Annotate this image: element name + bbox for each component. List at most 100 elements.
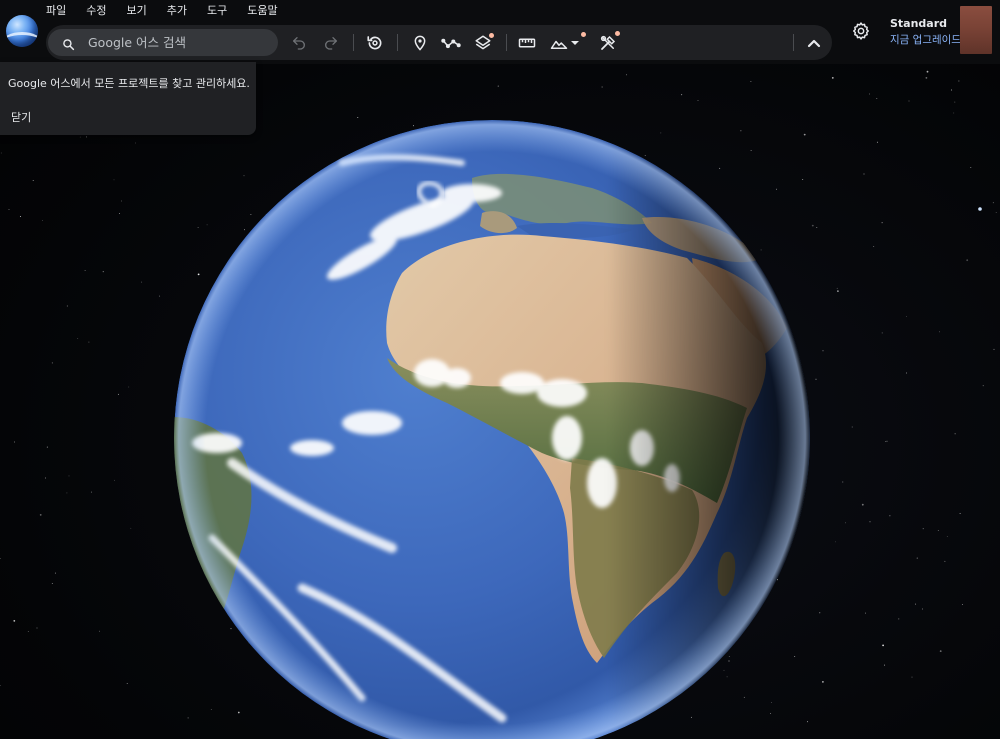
user-avatar[interactable]: [960, 6, 992, 54]
star: [601, 86, 603, 88]
star: [126, 682, 128, 684]
star: [681, 94, 683, 96]
star: [819, 612, 821, 614]
projects-tooltip: Google 어스에서 모든 프로젝트를 찾고 관리하세요. 닫기: [0, 62, 256, 135]
star: [815, 378, 817, 380]
star: [141, 281, 143, 283]
path-icon[interactable]: [441, 33, 461, 53]
star: [816, 226, 818, 228]
star: [88, 341, 90, 343]
star: [954, 433, 956, 435]
measure-icon[interactable]: [517, 33, 537, 53]
map-style-icon[interactable]: [549, 33, 569, 53]
star: [84, 270, 86, 272]
search-input[interactable]: [88, 33, 268, 52]
star: [863, 173, 865, 175]
star: [36, 627, 38, 629]
toolbar-divider: [793, 34, 794, 51]
layers-notification-dot: [489, 33, 494, 38]
star: [993, 348, 995, 350]
star: [822, 350, 824, 352]
star: [46, 446, 48, 448]
star: [911, 676, 913, 678]
star: [881, 332, 883, 334]
search-box[interactable]: [48, 29, 278, 56]
star: [68, 475, 70, 477]
star: [845, 522, 847, 524]
star: [992, 202, 994, 204]
toolbar-divider: [397, 34, 398, 51]
star: [961, 604, 963, 606]
menu-file[interactable]: 파일: [46, 3, 66, 19]
star: [42, 220, 44, 221]
menu-tools[interactable]: 도구: [207, 3, 227, 19]
star: [953, 112, 955, 114]
star: [922, 528, 924, 530]
star: [51, 362, 53, 364]
star: [99, 630, 100, 632]
history-icon[interactable]: [365, 33, 385, 53]
placemark-icon[interactable]: [410, 33, 430, 53]
star: [946, 535, 948, 537]
star: [876, 141, 878, 143]
settings-gear-icon[interactable]: [851, 21, 871, 41]
star: [114, 479, 115, 481]
tooltip-message: Google 어스에서 모든 프로젝트를 찾고 관리하세요.: [8, 77, 250, 90]
star: [869, 521, 871, 523]
star: [842, 481, 844, 483]
tools-icon[interactable]: [598, 33, 618, 53]
app-header: 파일 수정 보기 추가 도구 도움말 Google 어스 검색 Standard…: [0, 0, 1000, 64]
menu-help[interactable]: 도움말: [247, 3, 277, 19]
earth-globe[interactable]: [172, 118, 812, 739]
menu-add[interactable]: 추가: [167, 3, 187, 19]
star: [939, 650, 942, 652]
menu-view[interactable]: 보기: [127, 3, 147, 19]
star: [159, 295, 161, 297]
star: [750, 81, 752, 83]
star: [884, 664, 886, 666]
menu-edit[interactable]: 수정: [86, 3, 106, 19]
star: [626, 74, 628, 76]
star: [885, 440, 887, 442]
google-earth-logo[interactable]: [6, 15, 38, 47]
star: [79, 136, 81, 138]
undo-icon[interactable]: [289, 33, 309, 53]
star: [66, 305, 68, 307]
star: [898, 618, 900, 620]
star: [995, 212, 997, 213]
chevron-down-icon[interactable]: [568, 33, 582, 53]
tools-notification-dot: [615, 31, 620, 36]
star: [937, 530, 939, 532]
tooltip-close-button[interactable]: 닫기: [11, 109, 31, 125]
upgrade-link[interactable]: 지금 업그레이드: [890, 32, 961, 47]
star: [0, 557, 1, 559]
plan-name: Standard: [890, 17, 948, 30]
star: [906, 372, 907, 374]
star: [954, 101, 956, 103]
collapse-icon[interactable]: [804, 33, 824, 53]
star: [831, 77, 834, 79]
star: [865, 612, 866, 614]
star: [113, 179, 115, 181]
star: [982, 385, 984, 387]
star: [851, 426, 853, 428]
star: [873, 246, 875, 248]
star: [916, 557, 918, 559]
star: [0, 152, 2, 154]
star: [834, 541, 836, 543]
star: [926, 70, 929, 73]
star: [882, 644, 884, 647]
star: [119, 213, 120, 215]
star: [51, 582, 53, 584]
star: [32, 180, 34, 182]
redo-icon[interactable]: [321, 33, 341, 53]
star: [497, 85, 499, 87]
toolbar-divider: [506, 34, 507, 51]
star: [886, 440, 888, 442]
star: [959, 513, 961, 515]
star: [944, 560, 946, 562]
star: [14, 441, 15, 443]
star: [836, 287, 838, 289]
star: [102, 271, 104, 273]
star: [77, 338, 79, 340]
